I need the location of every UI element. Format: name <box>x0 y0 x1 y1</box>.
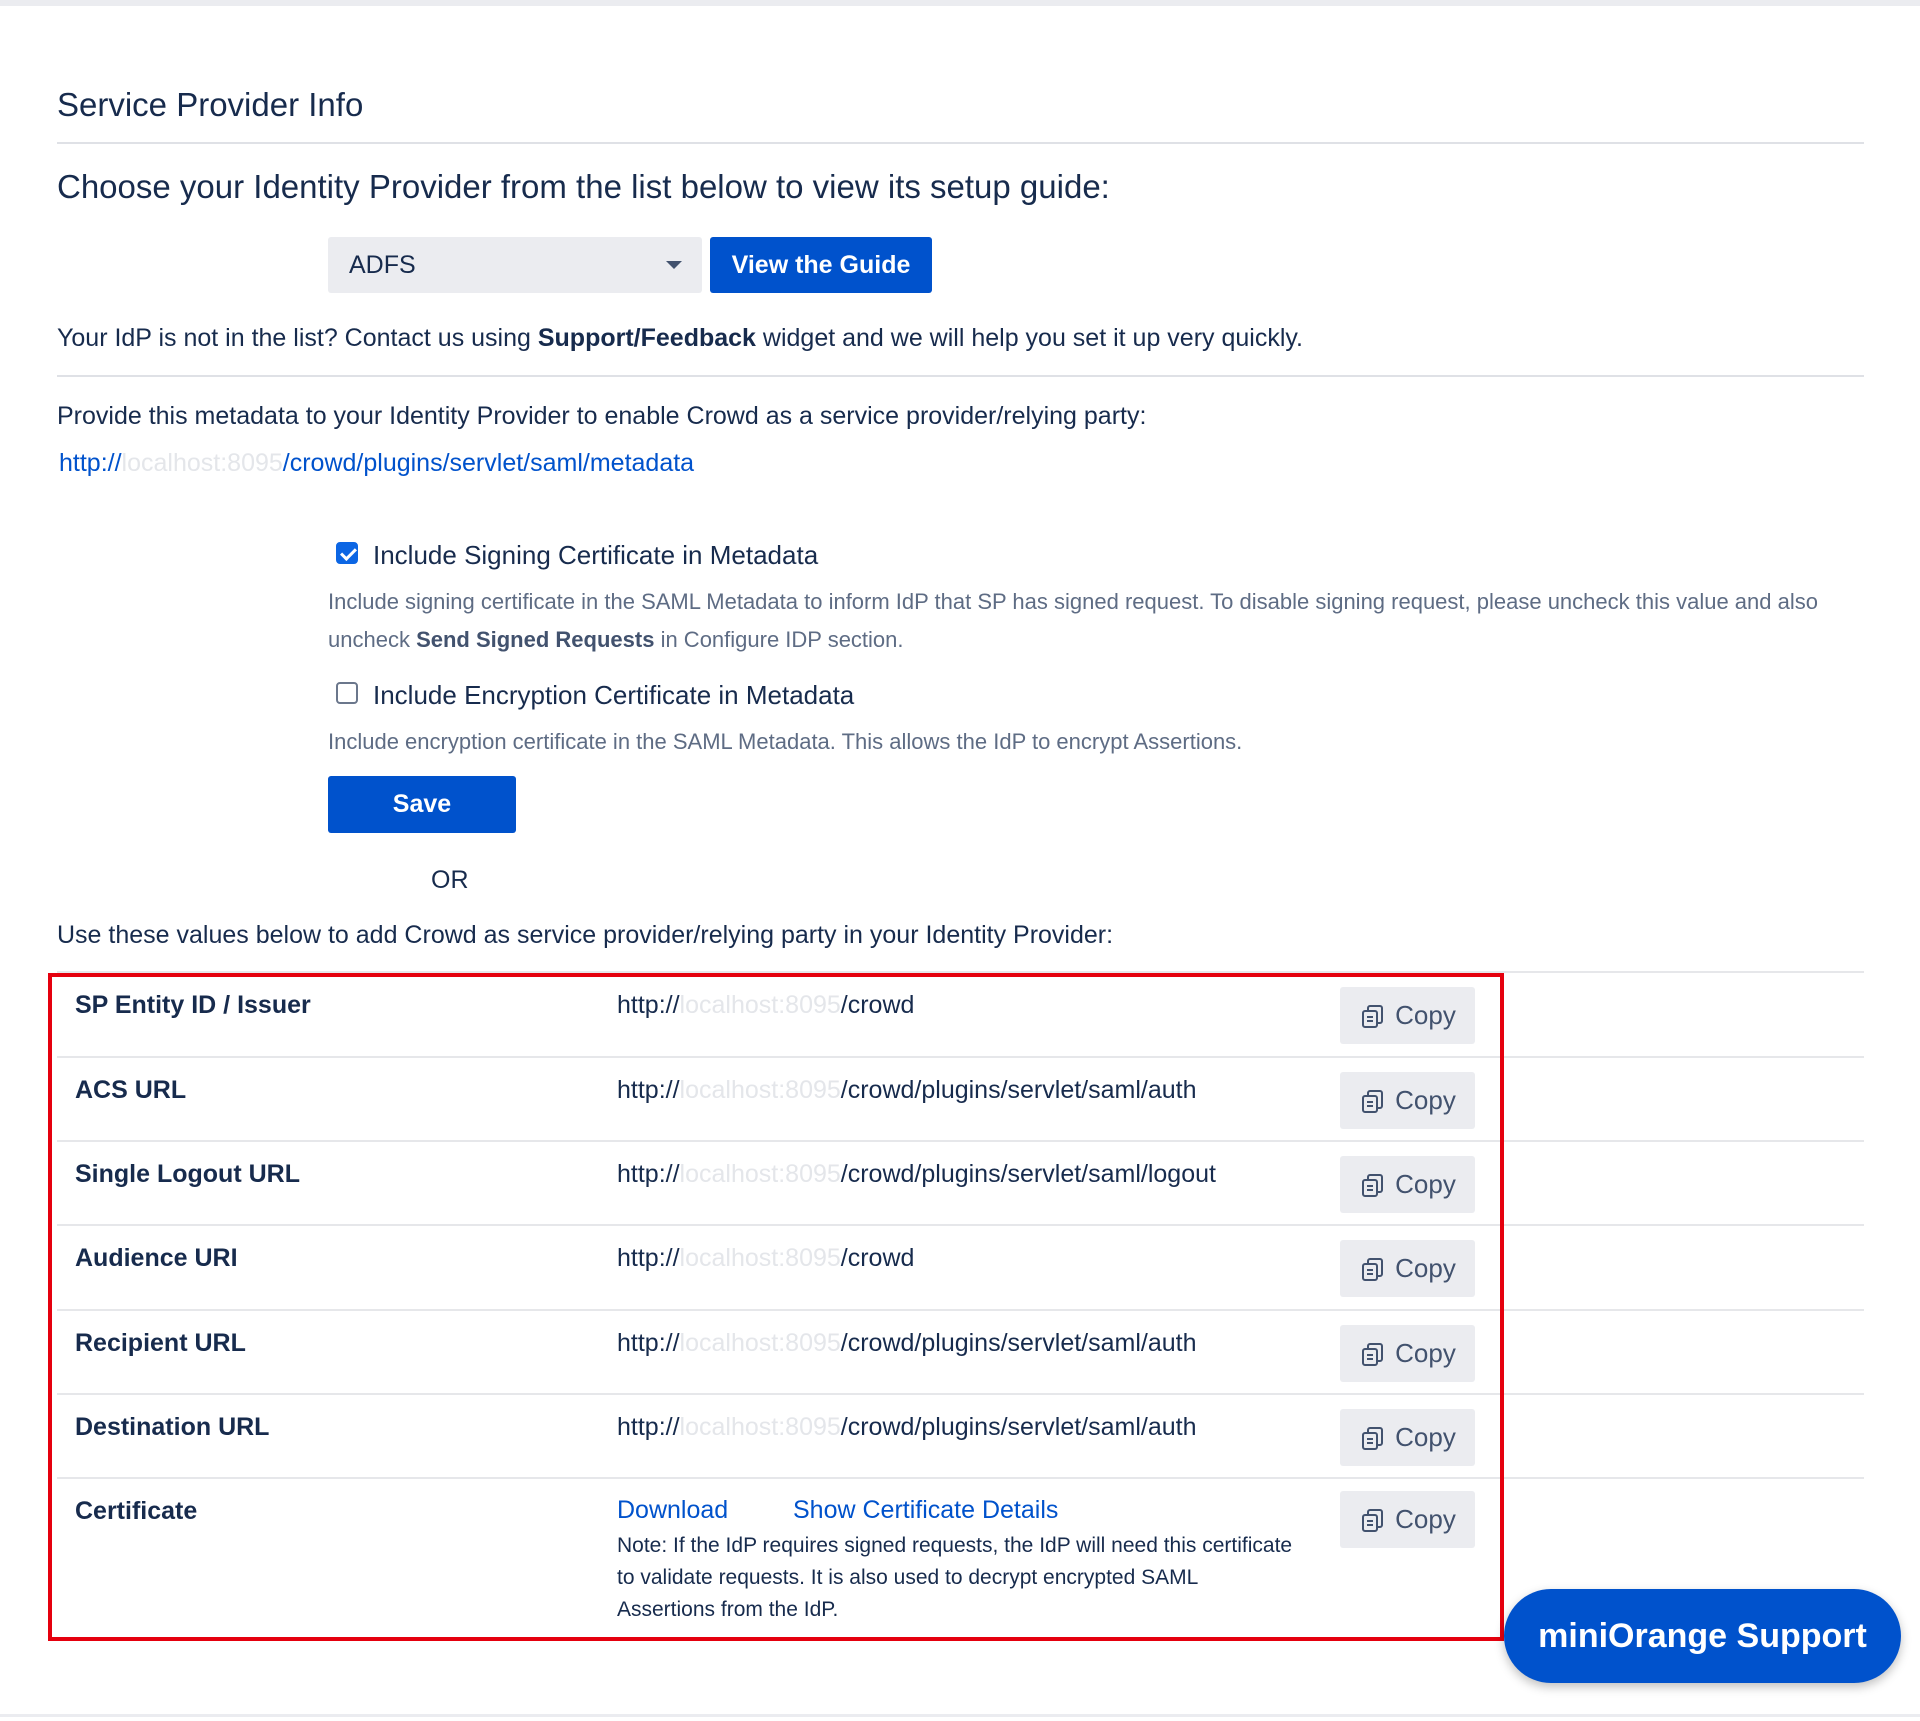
row-divider <box>57 1477 1864 1479</box>
single-logout-url-label: Single Logout URL <box>75 1160 300 1188</box>
show-certificate-details-link[interactable]: Show Certificate Details <box>793 1496 1058 1525</box>
url-path: /crowd/plugins/servlet/saml/auth <box>840 1413 1197 1441</box>
copy-certificate-button[interactable]: Copy <box>1340 1491 1475 1548</box>
copy-label: Copy <box>1395 1422 1456 1452</box>
section-divider <box>57 375 1864 377</box>
recipient-url-label: Recipient URL <box>75 1329 246 1357</box>
sp-entity-id-label: SP Entity ID / Issuer <box>75 991 311 1019</box>
support-feedback-emphasis: Support/Feedback <box>537 324 756 352</box>
acs-url-value: http://localhost:8095/crowd/plugins/serv… <box>617 1076 1197 1105</box>
bottom-border <box>0 1714 1920 1717</box>
title-divider <box>57 142 1864 144</box>
signing-cert-checkbox[interactable] <box>336 542 358 564</box>
url-scheme: http:// <box>617 991 680 1019</box>
metadata-intro: Provide this metadata to your Identity P… <box>57 402 1147 430</box>
copy-single-logout-url-button[interactable]: Copy <box>1340 1156 1475 1213</box>
url-host: localhost:8095 <box>679 1076 841 1104</box>
idp-help-text: Your IdP is not in the list? Contact us … <box>57 324 1303 353</box>
metadata-url-link[interactable]: http://localhost:8095/crowd/plugins/serv… <box>59 449 694 478</box>
encryption-cert-label: Include Encryption Certificate in Metada… <box>373 680 855 710</box>
save-button[interactable]: Save <box>328 776 516 833</box>
copy-label: Copy <box>1395 1253 1456 1283</box>
url-host: localhost:8095 <box>679 1244 841 1272</box>
copy-acs-url-button[interactable]: Copy <box>1340 1072 1475 1129</box>
row-divider <box>57 1140 1864 1142</box>
metadata-url-scheme: http:// <box>59 449 122 477</box>
recipient-url-value: http://localhost:8095/crowd/plugins/serv… <box>617 1329 1197 1358</box>
url-path: /crowd/plugins/servlet/saml/auth <box>840 1076 1197 1104</box>
copy-label: Copy <box>1395 1000 1456 1030</box>
copy-icon <box>1362 1173 1384 1197</box>
copy-icon <box>1362 1004 1384 1028</box>
row-divider <box>57 971 1864 973</box>
row-divider <box>57 1224 1864 1226</box>
copy-icon <box>1362 1257 1384 1281</box>
copy-recipient-url-button[interactable]: Copy <box>1340 1325 1475 1382</box>
copy-icon <box>1362 1508 1384 1532</box>
url-path: /crowd <box>840 1244 915 1272</box>
single-logout-url-value: http://localhost:8095/crowd/plugins/serv… <box>617 1160 1216 1189</box>
signing-desc-suffix: in Configure IDP section. <box>654 627 904 652</box>
help-text-prefix: Your IdP is not in the list? Contact us … <box>57 324 538 352</box>
values-intro: Use these values below to add Crowd as s… <box>57 921 1114 949</box>
metadata-url-path: /crowd/plugins/servlet/saml/metadata <box>282 449 695 477</box>
view-guide-button[interactable]: View the Guide <box>710 237 932 293</box>
metadata-url-host: localhost:8095 <box>121 449 283 477</box>
audience-uri-value: http://localhost:8095/crowd <box>617 1244 914 1273</box>
caret-down-icon <box>666 261 682 269</box>
url-scheme: http:// <box>617 1160 680 1188</box>
top-border <box>0 0 1920 6</box>
copy-audience-uri-button[interactable]: Copy <box>1340 1240 1475 1297</box>
send-signed-requests-emphasis: Send Signed Requests <box>416 627 655 652</box>
page-title: Service Provider Info <box>57 86 364 123</box>
choose-idp-heading: Choose your Identity Provider from the l… <box>57 168 1110 205</box>
copy-icon <box>1362 1089 1384 1113</box>
acs-url-label: ACS URL <box>75 1076 187 1104</box>
or-separator: OR <box>431 866 469 894</box>
audience-uri-label: Audience URI <box>75 1244 238 1272</box>
copy-label: Copy <box>1395 1504 1456 1534</box>
idp-select[interactable]: ADFS <box>328 237 702 293</box>
row-divider <box>57 1056 1864 1058</box>
destination-url-value: http://localhost:8095/crowd/plugins/serv… <box>617 1413 1197 1442</box>
row-divider <box>57 1393 1864 1395</box>
certificate-download-link[interactable]: Download <box>617 1496 728 1525</box>
copy-label: Copy <box>1395 1085 1456 1115</box>
signing-cert-description: Include signing certificate in the SAML … <box>328 583 1868 659</box>
row-divider <box>57 1309 1864 1311</box>
help-text-suffix: widget and we will help you set it up ve… <box>755 324 1303 352</box>
copy-icon <box>1362 1426 1384 1450</box>
url-scheme: http:// <box>617 1076 680 1104</box>
idp-select-value: ADFS <box>349 250 416 279</box>
signing-cert-label: Include Signing Certificate in Metadata <box>373 540 819 570</box>
certificate-label: Certificate <box>75 1497 198 1525</box>
url-host: localhost:8095 <box>679 991 841 1019</box>
miniorange-support-button[interactable]: miniOrange Support <box>1504 1589 1901 1683</box>
copy-label: Copy <box>1395 1338 1456 1368</box>
copy-label: Copy <box>1395 1169 1456 1199</box>
url-path: /crowd/plugins/servlet/saml/auth <box>840 1329 1197 1357</box>
copy-icon <box>1362 1342 1384 1366</box>
url-path: /crowd/plugins/servlet/saml/logout <box>840 1160 1216 1188</box>
sp-entity-id-value: http://localhost:8095/crowd <box>617 991 914 1020</box>
certificate-note: Note: If the IdP requires signed request… <box>617 1534 1293 1621</box>
url-host: localhost:8095 <box>679 1329 841 1357</box>
url-scheme: http:// <box>617 1413 680 1441</box>
url-path: /crowd <box>840 991 915 1019</box>
url-host: localhost:8095 <box>679 1160 841 1188</box>
url-host: localhost:8095 <box>679 1413 841 1441</box>
copy-destination-url-button[interactable]: Copy <box>1340 1409 1475 1466</box>
url-scheme: http:// <box>617 1329 680 1357</box>
url-scheme: http:// <box>617 1244 680 1272</box>
copy-sp-entity-id-button[interactable]: Copy <box>1340 987 1475 1044</box>
encryption-cert-checkbox[interactable] <box>336 682 358 704</box>
encryption-cert-description: Include encryption certificate in the SA… <box>328 729 1243 754</box>
destination-url-label: Destination URL <box>75 1413 270 1441</box>
